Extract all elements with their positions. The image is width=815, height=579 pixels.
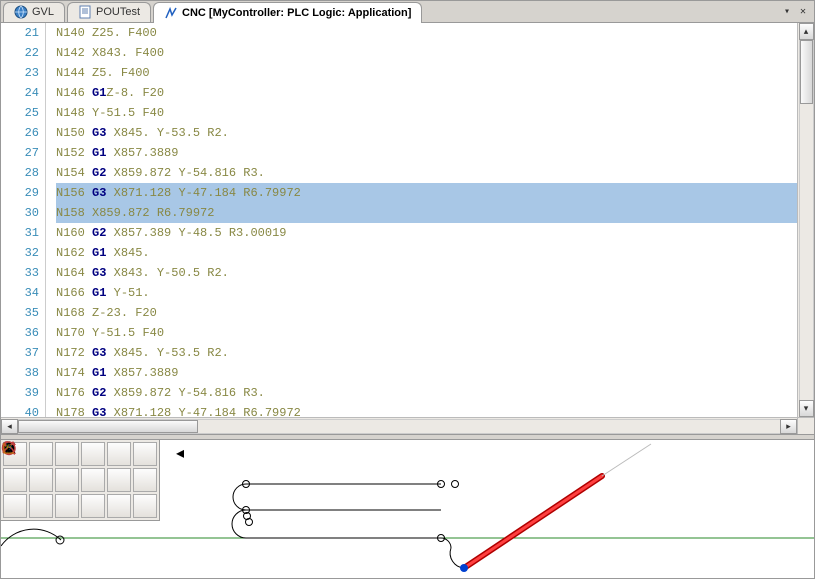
line-number: 22 [1, 43, 39, 63]
code-line[interactable]: N146 G1Z-8. F20 [56, 83, 797, 103]
line-number: 21 [1, 23, 39, 43]
scroll-corner [797, 417, 814, 434]
rot-down-button[interactable] [29, 494, 53, 518]
code-line[interactable]: N168 Z-23. F20 [56, 303, 797, 323]
tab-label: CNC [MyController: PLC Logic: Applicatio… [182, 7, 411, 19]
zoom-reset-button[interactable] [81, 442, 105, 466]
code-line[interactable]: N156 G3 X871.128 Y-47.184 R6.79972 [56, 183, 797, 203]
code-line[interactable]: N178 G3 X871.128 Y-47.184 R6.79972 [56, 403, 797, 417]
hscroll-thumb[interactable] [18, 420, 198, 433]
first-button[interactable] [3, 468, 27, 492]
preview-toolbar: xyxzyz [1, 440, 160, 521]
dropdown-button[interactable]: ▾ [780, 5, 794, 19]
line-number: 38 [1, 363, 39, 383]
cnc-preview-pane[interactable]: xyxzyz ◂ [1, 440, 814, 578]
close-button[interactable]: ✕ [796, 5, 810, 19]
scroll-up-button[interactable]: ▴ [799, 23, 814, 40]
prev-button[interactable] [29, 468, 53, 492]
globe-icon [14, 5, 28, 19]
code-line[interactable]: N140 Z25. F400 [56, 23, 797, 43]
line-number: 26 [1, 123, 39, 143]
line-number: 34 [1, 283, 39, 303]
vertical-scrollbar[interactable]: ▴ ▾ [797, 23, 814, 417]
line-number: 25 [1, 103, 39, 123]
scroll-right-button[interactable]: ▸ [780, 419, 797, 434]
code-line[interactable]: N160 G2 X857.389 Y-48.5 R3.00019 [56, 223, 797, 243]
line-number: 30 [1, 203, 39, 223]
code-text-area[interactable]: N140 Z25. F400N142 X843. F400N144 Z5. F4… [46, 23, 797, 417]
line-number: 39 [1, 383, 39, 403]
line-number: 33 [1, 263, 39, 283]
code-line[interactable]: N150 G3 X845. Y-53.5 R2. [56, 123, 797, 143]
tab-gvl[interactable]: GVL [3, 2, 65, 22]
vscroll-track[interactable] [799, 40, 814, 400]
code-line[interactable]: N162 G1 X845. [56, 243, 797, 263]
tab-cnc[interactable]: CNC [MyController: PLC Logic: Applicatio… [153, 2, 422, 23]
code-line[interactable]: N174 G1 X857.3889 [56, 363, 797, 383]
scroll-left-button[interactable]: ◂ [1, 419, 18, 434]
line-number: 29 [1, 183, 39, 203]
tab-bar: GVL POUTest CNC [MyController: PLC Logic… [1, 1, 814, 23]
rot-arc-button[interactable] [55, 494, 79, 518]
axes-xz-button[interactable]: xz [107, 494, 131, 518]
code-line[interactable]: N176 G2 X859.872 Y-54.816 R3. [56, 383, 797, 403]
code-line[interactable]: N142 X843. F400 [56, 43, 797, 63]
scroll-down-button[interactable]: ▾ [799, 400, 814, 417]
code-line[interactable]: N170 Y-51.5 F40 [56, 323, 797, 343]
rot-left-button[interactable] [3, 494, 27, 518]
line-number: 37 [1, 343, 39, 363]
cnc-icon [164, 6, 178, 20]
document-icon [78, 5, 92, 19]
zoom-fit-button[interactable] [29, 442, 53, 466]
line-number: 28 [1, 163, 39, 183]
code-line[interactable]: N158 X859.872 R6.79972 [56, 203, 797, 223]
code-editor: 2122232425262728293031323334353637383940… [1, 23, 814, 434]
axes-yz-button[interactable]: yz [133, 494, 157, 518]
next-button[interactable] [55, 468, 79, 492]
axes-xy-button[interactable]: xy [81, 494, 105, 518]
code-line[interactable]: N144 Z5. F400 [56, 63, 797, 83]
last-button[interactable] [81, 468, 105, 492]
record-button[interactable] [107, 468, 131, 492]
line-number: 31 [1, 223, 39, 243]
code-line[interactable]: N164 G3 X843. Y-50.5 R2. [56, 263, 797, 283]
line-number-gutter: 2122232425262728293031323334353637383940 [1, 23, 46, 417]
tab-label: POUTest [96, 6, 140, 18]
hscroll-track[interactable] [18, 419, 780, 434]
code-line[interactable]: N148 Y-51.5 F40 [56, 103, 797, 123]
line-number: 23 [1, 63, 39, 83]
line-number: 36 [1, 323, 39, 343]
line-number: 24 [1, 83, 39, 103]
code-line[interactable]: N152 G1 X857.3889 [56, 143, 797, 163]
code-line[interactable]: N172 G3 X845. Y-53.5 R2. [56, 343, 797, 363]
vscroll-thumb[interactable] [800, 40, 813, 104]
play-button[interactable] [133, 468, 157, 492]
line-number: 27 [1, 143, 39, 163]
code-line[interactable]: N154 G2 X859.872 Y-54.816 R3. [56, 163, 797, 183]
zoom-out-button[interactable] [55, 442, 79, 466]
tab-poutest[interactable]: POUTest [67, 2, 151, 22]
svg-text:yz: yz [6, 444, 12, 450]
pan-button[interactable] [107, 442, 131, 466]
line-number: 32 [1, 243, 39, 263]
tab-label: GVL [32, 6, 54, 18]
horizontal-scrollbar[interactable]: ◂ ▸ [1, 417, 797, 434]
code-line[interactable]: N166 G1 Y-51. [56, 283, 797, 303]
roi-button[interactable] [133, 442, 157, 466]
line-number: 35 [1, 303, 39, 323]
